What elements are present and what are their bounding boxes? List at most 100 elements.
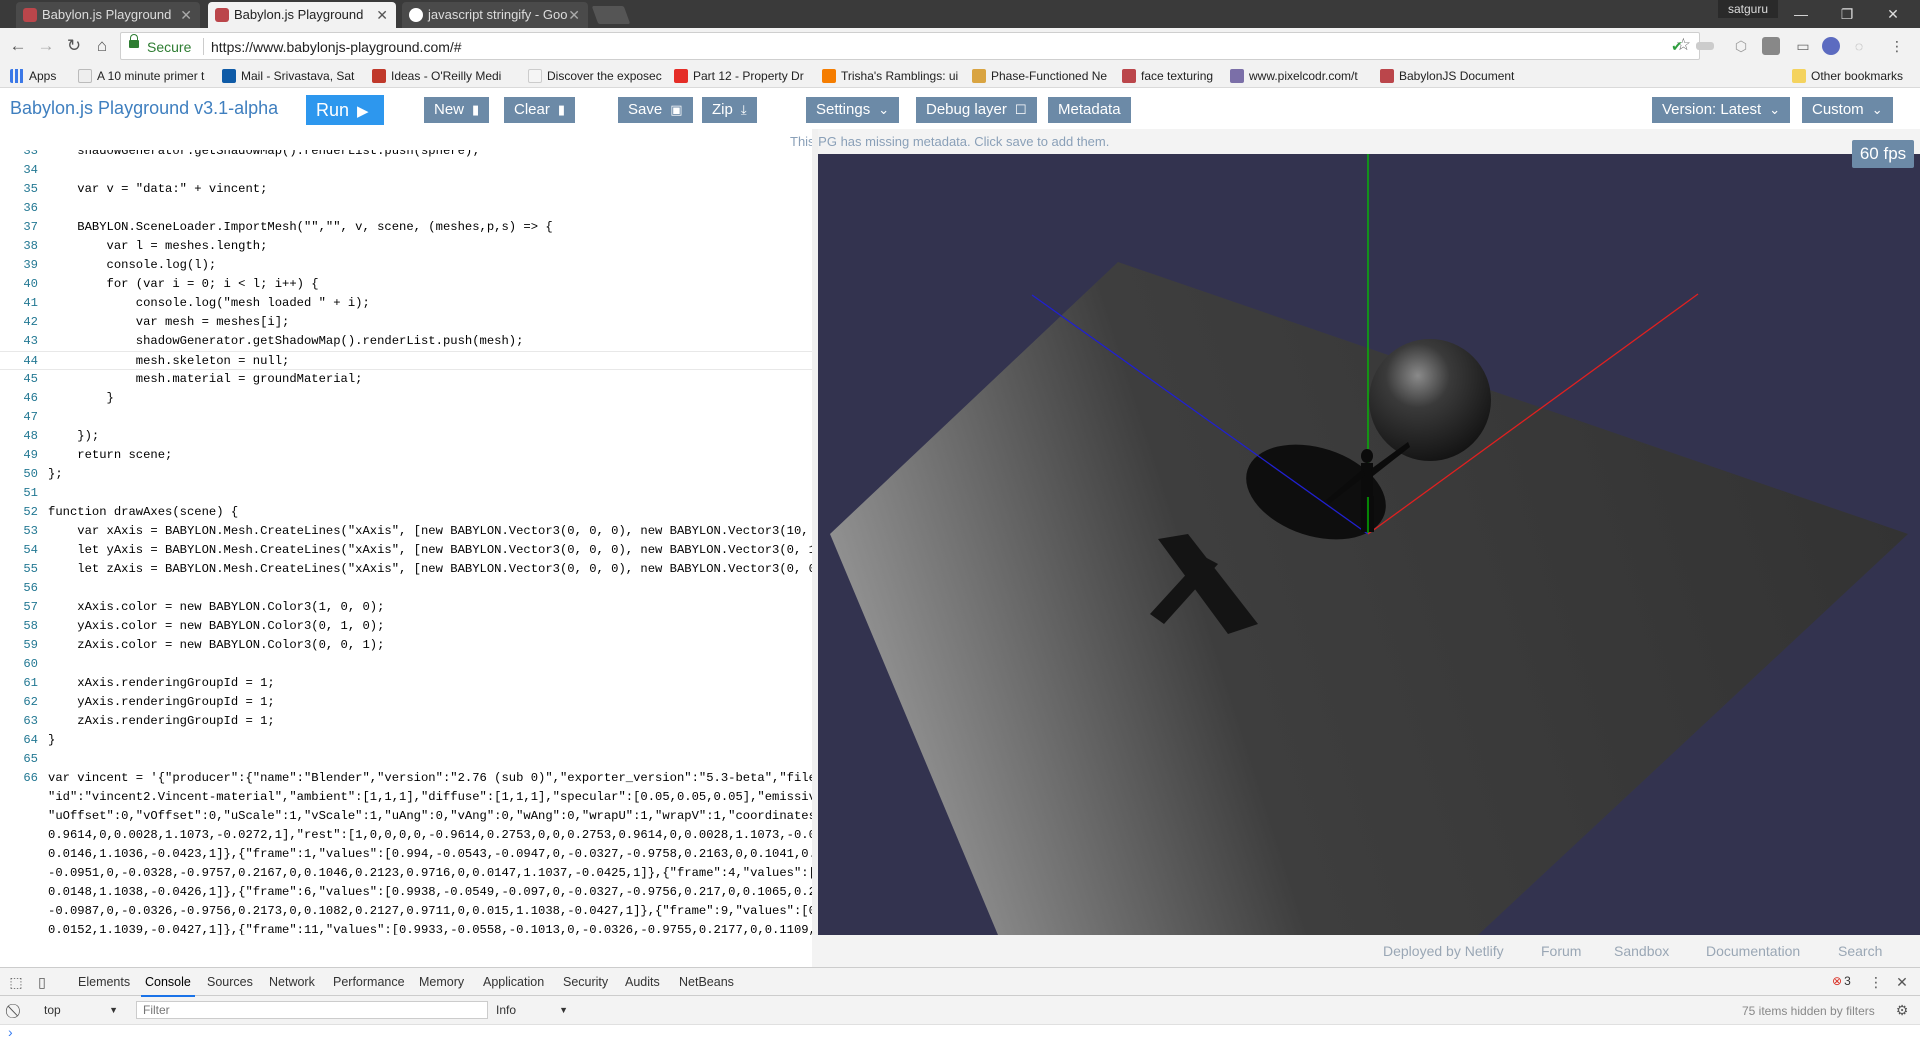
code-line[interactable]: 36 xyxy=(0,199,812,218)
minimize-icon[interactable]: — xyxy=(1778,0,1824,28)
code-text[interactable]: -0.0987,0,-0.0326,-0.9756,0.2173,0,0.108… xyxy=(48,902,812,921)
code-line[interactable]: 34 xyxy=(0,161,812,180)
bookmark-item[interactable]: Part 12 - Property Dr xyxy=(674,68,810,84)
close-icon[interactable]: ✕ xyxy=(376,2,388,28)
run-button[interactable]: Run ▶ xyxy=(306,95,384,125)
code-line[interactable]: 47 xyxy=(0,408,812,427)
code-line[interactable]: 0.0146,1.1036,-0.0423,1]},{"frame":1,"va… xyxy=(0,845,812,864)
code-text[interactable]: for (var i = 0; i < l; i++) { xyxy=(48,275,319,294)
extension-bar-icon[interactable] xyxy=(1696,42,1714,50)
code-line[interactable]: 61 xAxis.renderingGroupId = 1; xyxy=(0,674,812,693)
code-line[interactable]: "id":"vincent2.Vincent-material","ambien… xyxy=(0,788,812,807)
code-text[interactable]: var xAxis = BABYLON.Mesh.CreateLines("xA… xyxy=(48,522,812,541)
code-text[interactable]: 0.9614,0,0.0028,1.1073,-0.0272,1],"rest"… xyxy=(48,826,812,845)
browser-tab-1[interactable]: Babylon.js Playground ✕ xyxy=(16,2,200,28)
code-text[interactable]: }); xyxy=(48,427,99,446)
code-line[interactable]: 55 let zAxis = BABYLON.Mesh.CreateLines(… xyxy=(0,560,812,579)
footer-link-sandbox[interactable]: Sandbox xyxy=(1614,943,1669,959)
version-button[interactable]: Version: Latest ⌄ xyxy=(1652,97,1791,123)
code-text[interactable]: "id":"vincent2.Vincent-material","ambien… xyxy=(48,788,812,807)
code-line[interactable]: 66 var vincent = '{"producer":{"name":"Bl… xyxy=(0,769,812,788)
devtools-tab-sources[interactable]: Sources xyxy=(207,975,253,989)
code-line[interactable]: 0.9614,0,0.0028,1.1073,-0.0272,1],"rest"… xyxy=(0,826,812,845)
devtools-tab-audits[interactable]: Audits xyxy=(625,975,660,989)
code-text[interactable]: 0.0152,1.1039,-0.0427,1]},{"frame":11,"v… xyxy=(48,921,812,935)
code-text[interactable]: console.log(l); xyxy=(48,256,217,275)
code-line[interactable]: 50}; xyxy=(0,465,812,484)
code-line[interactable]: 43 shadowGenerator.getShadowMap().render… xyxy=(0,332,812,351)
metadata-button[interactable]: Metadata xyxy=(1048,97,1131,123)
shield-extension-icon[interactable]: ⬡ xyxy=(1732,37,1750,55)
code-line[interactable]: 56 xyxy=(0,579,812,598)
code-line[interactable]: 40 for (var i = 0; i < l; i++) { xyxy=(0,275,812,294)
code-text[interactable]: var mesh = meshes[i]; xyxy=(48,313,290,332)
cast-icon[interactable]: ▭ xyxy=(1794,37,1812,55)
bookmark-item[interactable]: www.pixelcodr.com/t xyxy=(1230,68,1366,84)
clear-console-icon[interactable]: ⃠ xyxy=(8,1002,24,1018)
address-bar[interactable]: Secure https://www.babylonjs-playground.… xyxy=(120,32,1700,60)
code-text[interactable]: yAxis.color = new BABYLON.Color3(0, 1, 0… xyxy=(48,617,384,636)
code-text[interactable]: zAxis.renderingGroupId = 1; xyxy=(48,712,274,731)
code-line[interactable]: 38 var l = meshes.length; xyxy=(0,237,812,256)
close-icon[interactable]: ✕ xyxy=(568,2,580,28)
footer-link-documentation[interactable]: Documentation xyxy=(1706,943,1800,959)
code-line[interactable]: 48 }); xyxy=(0,427,812,446)
back-arrow-icon[interactable]: ← xyxy=(6,34,30,58)
forward-arrow-icon[interactable]: → xyxy=(34,34,58,58)
code-text[interactable]: BABYLON.SceneLoader.ImportMesh("","", v,… xyxy=(48,218,552,237)
bookmark-item[interactable]: Phase-Functioned Ne xyxy=(972,68,1110,84)
footer-link-search[interactable]: Search xyxy=(1838,943,1882,959)
code-text[interactable]: mesh.skeleton = null; xyxy=(48,352,290,371)
code-text[interactable]: shadowGenerator.getShadowMap().renderLis… xyxy=(48,150,479,161)
devtools-tab-security[interactable]: Security xyxy=(563,975,608,989)
code-line[interactable]: 39 console.log(l); xyxy=(0,256,812,275)
code-line[interactable]: 63 zAxis.renderingGroupId = 1; xyxy=(0,712,812,731)
bookmark-other[interactable]: Other bookmarks xyxy=(1792,68,1914,84)
console-filter-input[interactable] xyxy=(136,1001,488,1019)
bookmark-item[interactable]: Mail - Srivastava, Sat xyxy=(222,68,360,84)
device-toggle-icon[interactable]: ▯ xyxy=(34,974,50,990)
code-line[interactable]: 42 var mesh = meshes[i]; xyxy=(0,313,812,332)
profile-name[interactable]: satguru xyxy=(1718,0,1779,18)
puzzle-extension-icon[interactable] xyxy=(1762,37,1780,55)
home-icon[interactable]: ⌂ xyxy=(90,34,114,58)
url-text[interactable]: https://www.babylonjs-playground.com/# xyxy=(211,39,462,55)
code-line[interactable]: -0.0987,0,-0.0326,-0.9756,0.2173,0,0.108… xyxy=(0,902,812,921)
code-line[interactable]: 44 mesh.skeleton = null; xyxy=(0,351,812,370)
bookmark-item[interactable]: A 10 minute primer t xyxy=(78,68,210,84)
code-text[interactable]: }; xyxy=(48,465,63,484)
profile-extension-icon[interactable] xyxy=(1822,37,1840,55)
code-text[interactable]: console.log("mesh loaded " + i); xyxy=(48,294,370,313)
zip-button[interactable]: Zip ⤓ xyxy=(702,97,757,123)
code-line[interactable]: 41 console.log("mesh loaded " + i); xyxy=(0,294,812,313)
code-text[interactable]: var vincent = '{"producer":{"name":"Blen… xyxy=(48,769,812,788)
code-line[interactable]: 65 xyxy=(0,750,812,769)
devtools-close-icon[interactable]: ✕ xyxy=(1894,974,1910,990)
metadata-notice[interactable]: This PG has missing metadata. Click save… xyxy=(790,129,1109,154)
code-text[interactable]: let yAxis = BABYLON.Mesh.CreateLines("xA… xyxy=(48,541,812,560)
code-text[interactable]: mesh.material = groundMaterial; xyxy=(48,370,363,389)
chrome-menu-icon[interactable]: ⋮ xyxy=(1888,37,1906,55)
code-text[interactable]: } xyxy=(48,389,114,408)
code-line[interactable]: 0.0152,1.1039,-0.0427,1]},{"frame":11,"v… xyxy=(0,921,812,935)
code-line[interactable]: 37 BABYLON.SceneLoader.ImportMesh("","",… xyxy=(0,218,812,237)
bookmark-item[interactable]: Discover the exposec xyxy=(528,68,662,84)
debug-layer-button[interactable]: Debug layer ☐ xyxy=(916,97,1037,123)
bookmark-item[interactable]: BabylonJS Document xyxy=(1380,68,1518,84)
render-canvas[interactable] xyxy=(818,154,1920,935)
code-text[interactable]: -0.0951,0,-0.0328,-0.9757,0.2167,0,0.104… xyxy=(48,864,812,883)
code-line[interactable]: 49 return scene; xyxy=(0,446,812,465)
code-text[interactable]: "uOffset":0,"vOffset":0,"uScale":1,"vSca… xyxy=(48,807,812,826)
code-text[interactable]: return scene; xyxy=(48,446,172,465)
devtools-tab-console[interactable]: Console xyxy=(141,975,195,997)
code-line[interactable]: 54 let yAxis = BABYLON.Mesh.CreateLines(… xyxy=(0,541,812,560)
code-line[interactable]: 35 var v = "data:" + vincent; xyxy=(0,180,812,199)
reload-icon[interactable]: ↻ xyxy=(62,34,86,58)
code-line[interactable]: 46 } xyxy=(0,389,812,408)
code-line[interactable]: 59 zAxis.color = new BABYLON.Color3(0, 0… xyxy=(0,636,812,655)
devtools-tab-memory[interactable]: Memory xyxy=(419,975,464,989)
console-prompt[interactable]: › xyxy=(0,1024,1920,1041)
settings-button[interactable]: Settings ⌄ xyxy=(806,97,900,123)
devtools-tab-application[interactable]: Application xyxy=(483,975,544,989)
code-line[interactable]: 53 var xAxis = BABYLON.Mesh.CreateLines(… xyxy=(0,522,812,541)
